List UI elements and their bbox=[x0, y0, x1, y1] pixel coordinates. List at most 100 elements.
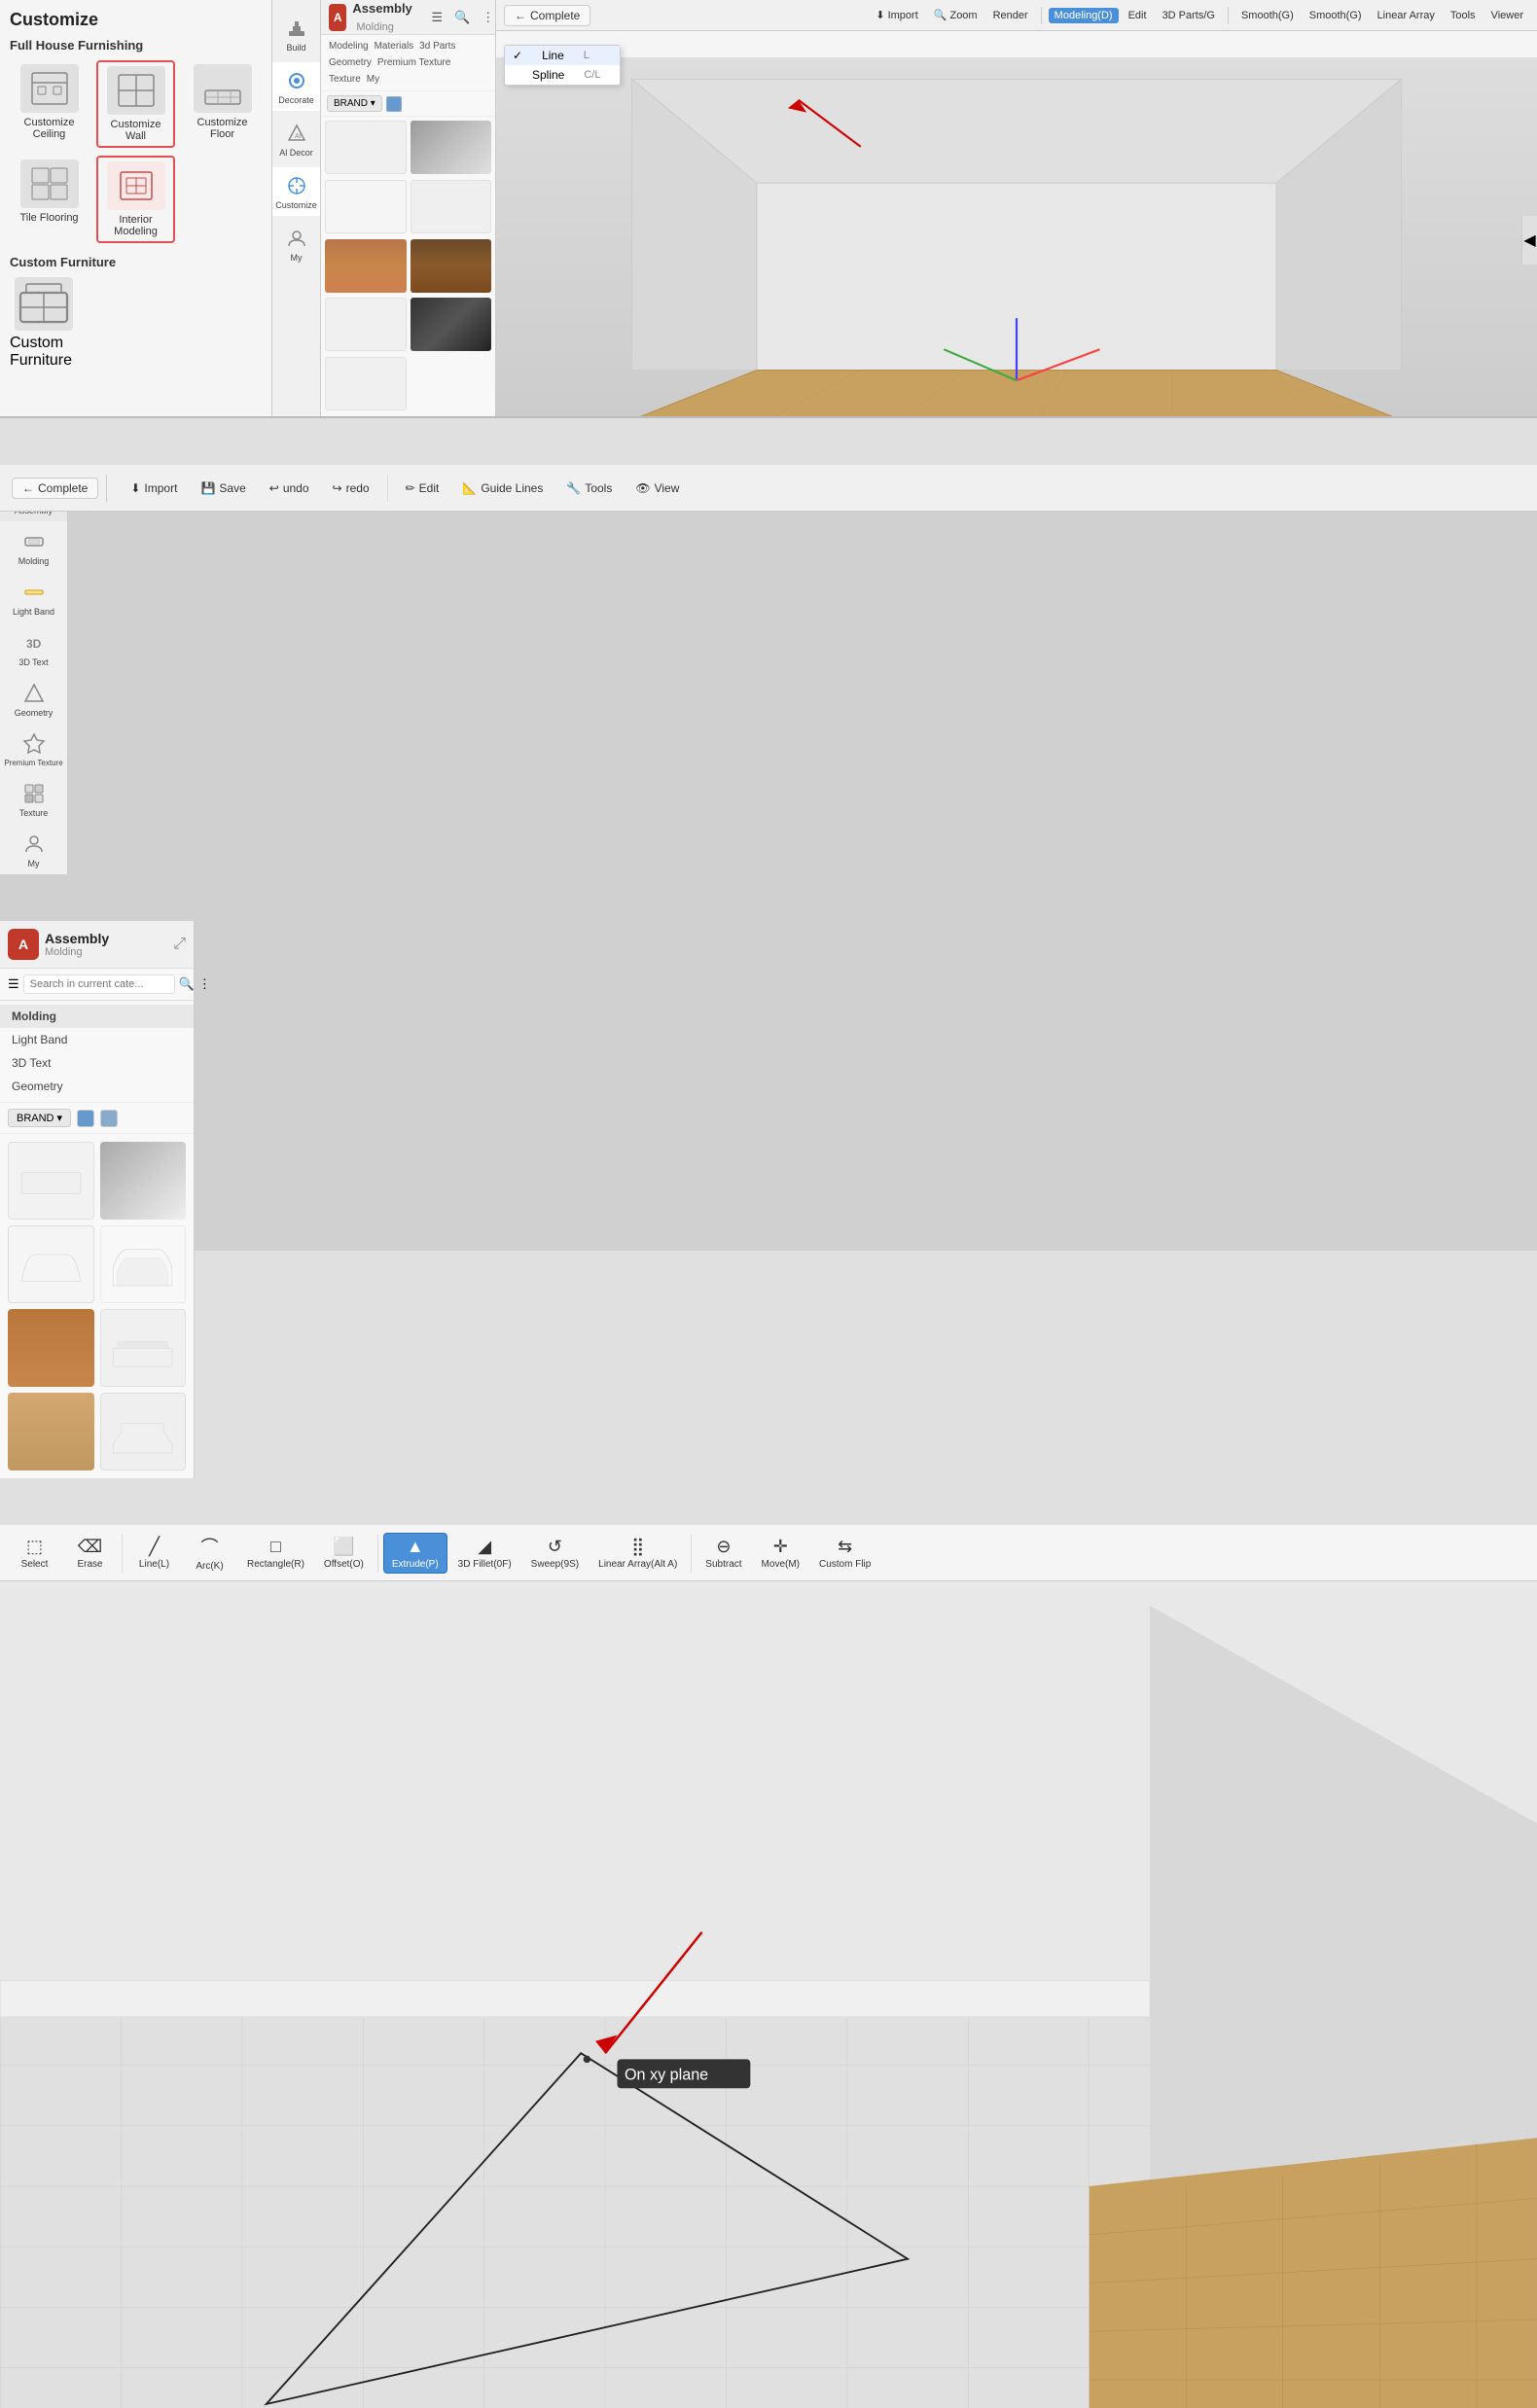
brand-filter-tag[interactable]: BRAND ▾ bbox=[8, 1109, 71, 1127]
edit-btn-top[interactable]: Edit bbox=[1123, 8, 1153, 23]
nav-my[interactable]: My bbox=[272, 220, 320, 268]
tools-btn[interactable]: 🔧 Tools bbox=[560, 479, 618, 497]
nav-molding-left[interactable]: Molding bbox=[0, 1005, 194, 1028]
tile-wood[interactable] bbox=[325, 239, 407, 293]
custom-flip-tool[interactable]: ⇆ Custom Flip bbox=[810, 1533, 879, 1574]
list-view-btn[interactable]: ☰ bbox=[427, 8, 447, 27]
complete-btn-top[interactable]: ← Complete bbox=[504, 5, 590, 26]
fillet-tool[interactable]: ◢ 3D Fillet(0F) bbox=[449, 1533, 520, 1574]
3dparts-btn-top[interactable]: 3D Parts/G bbox=[1157, 8, 1221, 23]
nav-decorate[interactable]: Decorate bbox=[272, 62, 320, 111]
tile-white[interactable] bbox=[325, 121, 407, 174]
erase-tool[interactable]: ⌫ Erase bbox=[63, 1533, 117, 1574]
line-option[interactable]: ✓ Line L bbox=[505, 46, 620, 65]
tools-btn-top[interactable]: Tools bbox=[1445, 8, 1482, 23]
viewer-btn-top[interactable]: Viewer bbox=[1485, 8, 1529, 23]
arc-tool[interactable]: ⌒ Arc(K) bbox=[183, 1530, 236, 1576]
brand-filter-btn-top[interactable]: BRAND ▾ bbox=[327, 95, 382, 112]
main-view-top: ← Complete ⬇ Import 🔍 Zoom Render Modeli… bbox=[496, 0, 1537, 416]
molding-item-5[interactable] bbox=[8, 1309, 94, 1387]
list-icon-bottom[interactable]: ☰ bbox=[8, 976, 19, 992]
nav-texture-bottom[interactable]: Texture bbox=[0, 775, 67, 824]
customize-ceiling-item[interactable]: Customize Ceiling bbox=[10, 60, 89, 148]
zoom-btn-top[interactable]: 🔍 Zoom bbox=[928, 7, 983, 23]
import-btn-top[interactable]: ⬇ Import bbox=[870, 7, 923, 23]
nav-lightband-left[interactable]: Light Band bbox=[0, 1028, 194, 1051]
nav-geometry-bottom[interactable]: Geometry bbox=[0, 675, 67, 724]
tile-white4[interactable] bbox=[325, 298, 407, 351]
nav-lightband-bottom[interactable]: Light Band bbox=[0, 574, 67, 622]
custom-furniture-item[interactable]: Custom Furniture bbox=[10, 277, 78, 370]
nav-3dparts[interactable]: 3d Parts bbox=[417, 39, 457, 53]
smooth1-btn-top[interactable]: Smooth(G) bbox=[1235, 8, 1300, 23]
molding-item-3[interactable] bbox=[8, 1225, 94, 1303]
nav-materials[interactable]: Materials bbox=[373, 39, 416, 53]
zoom-icon-top: 🔍 bbox=[934, 9, 947, 21]
guide-lines-btn[interactable]: 📐 Guide Lines bbox=[456, 479, 549, 497]
nav-geometry[interactable]: Geometry bbox=[327, 55, 374, 70]
sweep-tool[interactable]: ↺ Sweep(9S) bbox=[522, 1533, 588, 1574]
subtract-tool[interactable]: ⊖ Subtract bbox=[697, 1533, 750, 1574]
tile-white5[interactable] bbox=[325, 357, 407, 410]
sort-icon-bottom[interactable]: ⋮ bbox=[198, 976, 211, 992]
linear-array-tool[interactable]: ⣿ Linear Array(Alt A) bbox=[590, 1533, 686, 1574]
color-swatch-bottom[interactable] bbox=[77, 1110, 94, 1127]
customize-floor-item[interactable]: Customize Floor bbox=[183, 60, 262, 148]
search-icon-bottom[interactable]: 🔍 bbox=[179, 976, 195, 992]
move-tool[interactable]: ✛ Move(M) bbox=[753, 1533, 808, 1574]
nav-texture[interactable]: Texture bbox=[327, 72, 363, 87]
nav-my-top[interactable]: My bbox=[365, 72, 381, 87]
molding-item-4[interactable] bbox=[100, 1225, 187, 1303]
tile-white3[interactable] bbox=[411, 180, 492, 233]
nav-molding-bottom[interactable]: Molding bbox=[0, 523, 67, 572]
color-swatch-bottom2[interactable] bbox=[100, 1110, 118, 1127]
molding-item-7[interactable] bbox=[8, 1393, 94, 1470]
sidebar-top: Customize Full House Furnishing Customiz… bbox=[0, 0, 272, 416]
nav-3dtext-left[interactable]: 3D Text bbox=[0, 1051, 194, 1075]
nav-al-decor[interactable]: AI Al Decor bbox=[272, 115, 320, 163]
nav-3dtext-bottom[interactable]: 3D 3D Text bbox=[0, 624, 67, 673]
interior-modeling-item[interactable]: Interior Modeling bbox=[96, 156, 175, 243]
tile-dark-wood[interactable] bbox=[411, 239, 492, 293]
molding-item-2[interactable] bbox=[100, 1142, 187, 1220]
undo-btn[interactable]: ↩ undo bbox=[264, 479, 315, 497]
nav-premium-bottom[interactable]: Premium Texture bbox=[0, 726, 67, 773]
complete-btn-bottom[interactable]: ← Complete bbox=[12, 478, 98, 499]
rectangle-tool[interactable]: □ Rectangle(R) bbox=[238, 1533, 313, 1574]
extrude-tool[interactable]: ▲ Extrude(P) bbox=[383, 1533, 447, 1574]
nav-premium-texture[interactable]: Premium Texture bbox=[375, 55, 452, 70]
tile-dark-stone[interactable] bbox=[411, 298, 492, 351]
spline-option[interactable]: Spline C/L bbox=[505, 65, 620, 85]
molding-item-1[interactable] bbox=[8, 1142, 94, 1220]
color-filter-top[interactable] bbox=[386, 96, 402, 112]
tile-white2[interactable] bbox=[325, 180, 407, 233]
molding-item-6[interactable] bbox=[100, 1309, 187, 1387]
customize-wall-item[interactable]: Customize Wall bbox=[96, 60, 175, 148]
nav-customize[interactable]: Customize bbox=[272, 167, 320, 216]
render-btn-top[interactable]: Render bbox=[987, 8, 1034, 23]
search-btn-top[interactable]: 🔍 bbox=[450, 8, 474, 27]
nav-my-bottom[interactable]: My bbox=[0, 826, 67, 874]
smooth2-btn-top[interactable]: Smooth(G) bbox=[1304, 8, 1368, 23]
expand-icon-bottom[interactable]: ⤢ bbox=[173, 936, 186, 953]
molding-item-8[interactable] bbox=[100, 1393, 187, 1470]
save-btn[interactable]: 💾 Save bbox=[195, 479, 251, 497]
modeling-btn-top[interactable]: Modeling(D) bbox=[1049, 8, 1119, 23]
import-btn[interactable]: ⬇ Import bbox=[125, 479, 183, 497]
line-tool[interactable]: ╱ Line(L) bbox=[127, 1533, 181, 1574]
nav-geometry-left[interactable]: Geometry bbox=[0, 1075, 194, 1098]
redo-btn[interactable]: ↪ redo bbox=[327, 479, 375, 497]
collapse-arrow-top[interactable]: ◀ bbox=[1521, 216, 1537, 265]
move-icon: ✛ bbox=[773, 1537, 788, 1557]
tile-gray[interactable] bbox=[411, 121, 492, 174]
nav-modeling[interactable]: Modeling bbox=[327, 39, 371, 53]
select-tool[interactable]: ⬚ Select bbox=[8, 1533, 61, 1574]
linear-btn-top[interactable]: Linear Array bbox=[1372, 8, 1441, 23]
nav-build[interactable]: Build bbox=[272, 10, 320, 58]
offset-tool[interactable]: ⬜ Offset(O) bbox=[315, 1533, 373, 1574]
search-input-bottom[interactable] bbox=[23, 974, 175, 994]
view-btn[interactable]: 👁 View bbox=[629, 479, 685, 497]
tile-flooring-item[interactable]: Tile Flooring bbox=[10, 156, 89, 243]
edit-btn[interactable]: ✏ Edit bbox=[400, 479, 446, 497]
my-label-bottom: My bbox=[28, 859, 40, 868]
